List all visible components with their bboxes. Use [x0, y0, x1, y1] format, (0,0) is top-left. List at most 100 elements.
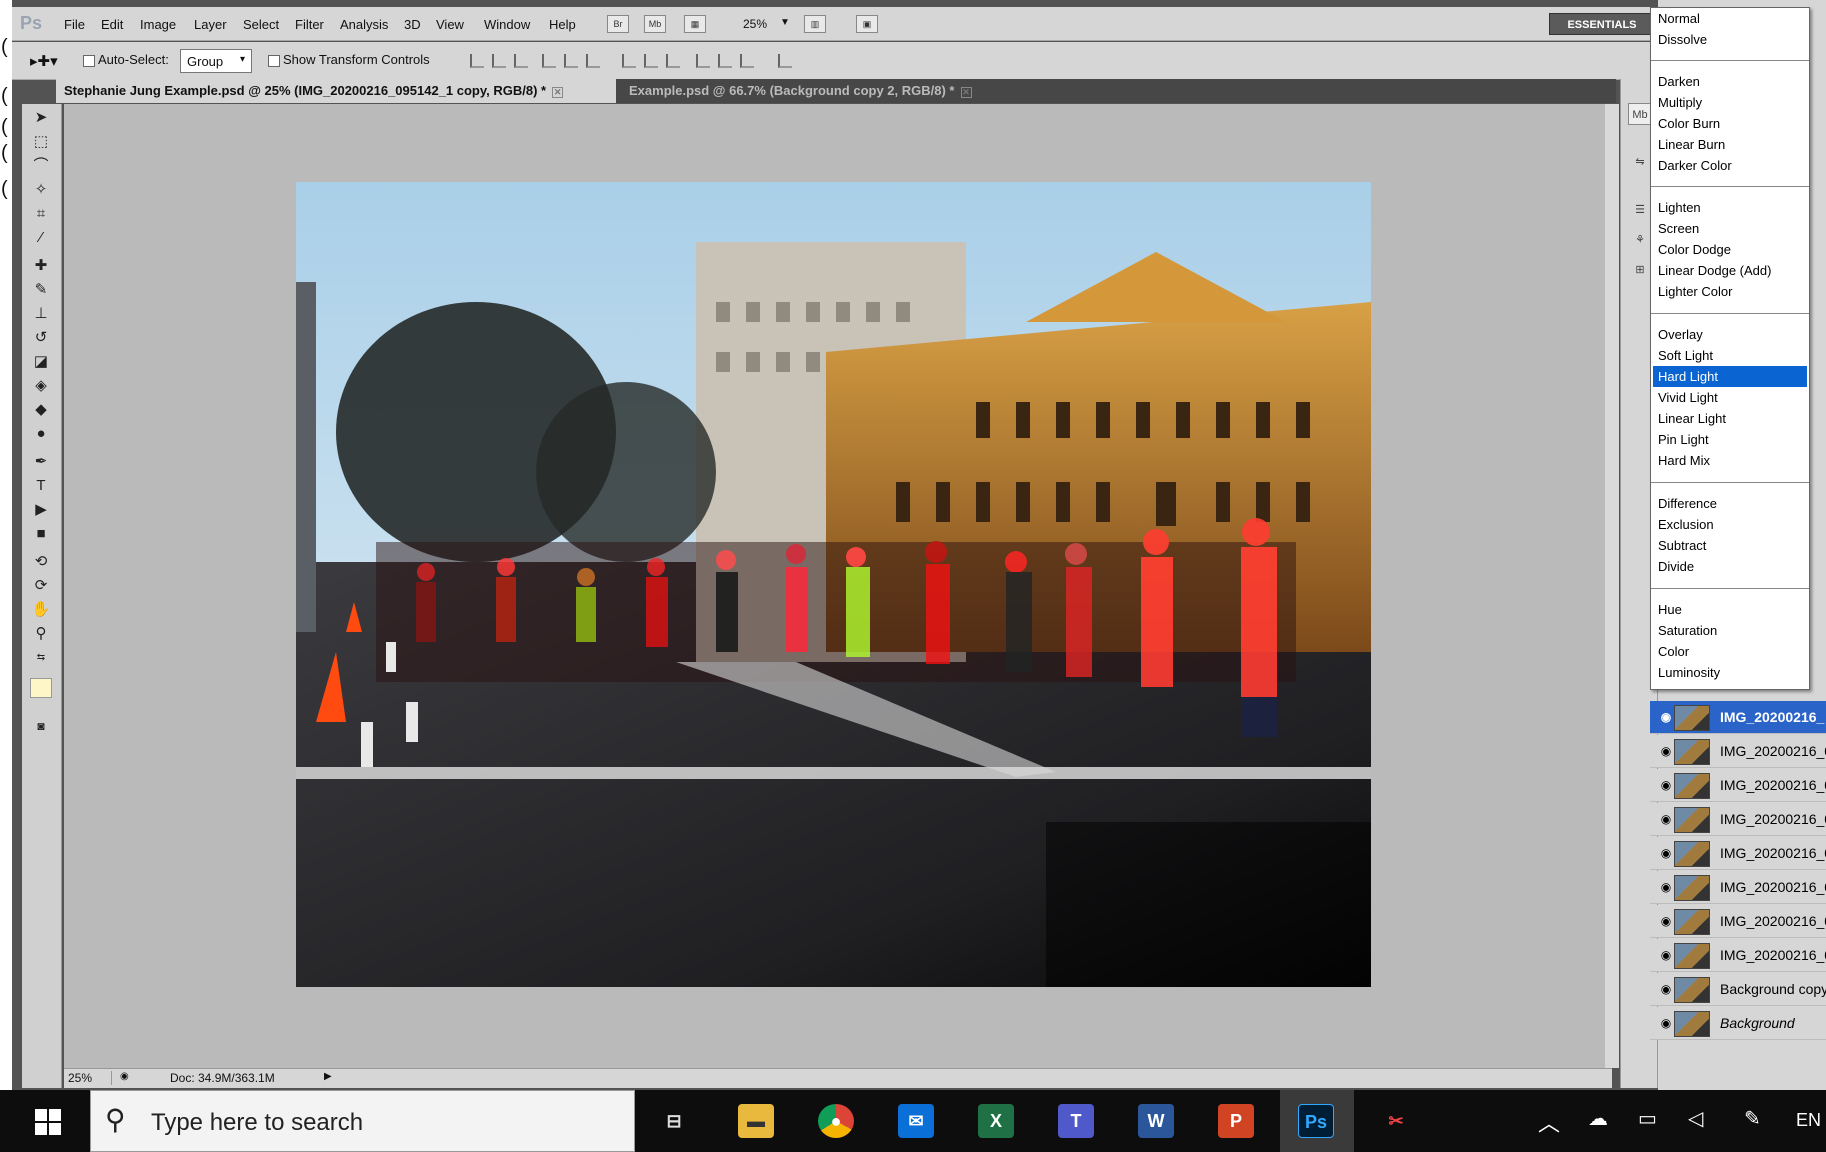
powerpoint-icon[interactable]: P: [1218, 1104, 1254, 1138]
blend-linear-dodge[interactable]: Linear Dodge (Add): [1653, 260, 1807, 281]
chrome-icon[interactable]: ●: [818, 1104, 854, 1138]
3d-orbit-tool-icon[interactable]: ⟳: [30, 576, 52, 596]
distribute-bottom-icon[interactable]: [666, 54, 680, 68]
menu-3d[interactable]: 3D: [404, 17, 421, 32]
arrange-documents-icon[interactable]: ▥: [804, 15, 826, 33]
pen-icon[interactable]: ✎: [1744, 1106, 1761, 1131]
blend-linear-burn[interactable]: Linear Burn: [1653, 134, 1807, 155]
distribute-right-icon[interactable]: [740, 54, 754, 68]
menu-file[interactable]: File: [64, 17, 85, 32]
brush-presets-icon[interactable]: ⚘: [1628, 229, 1652, 251]
eraser-tool-icon[interactable]: ◪: [30, 352, 52, 372]
teams-icon[interactable]: T: [1058, 1104, 1094, 1138]
foreground-color-swatch[interactable]: [30, 678, 52, 698]
blend-overlay[interactable]: Overlay: [1653, 324, 1807, 345]
blend-darker-color[interactable]: Darker Color: [1653, 155, 1807, 176]
menu-image[interactable]: Image: [140, 17, 176, 32]
blend-multiply[interactable]: Multiply: [1653, 92, 1807, 113]
extras-icon[interactable]: ▦: [684, 15, 706, 33]
healing-brush-tool-icon[interactable]: ✚: [30, 256, 52, 276]
tab-stephanie-jung[interactable]: Stephanie Jung Example.psd @ 25% (IMG_20…: [56, 79, 616, 103]
blend-subtract[interactable]: Subtract: [1653, 535, 1807, 556]
menu-layer[interactable]: Layer: [194, 17, 227, 32]
show-transform-checkbox[interactable]: Show Transform Controls: [268, 52, 430, 67]
menu-analysis[interactable]: Analysis: [340, 17, 388, 32]
photoshop-icon[interactable]: Ps: [1298, 1104, 1334, 1138]
blend-normal[interactable]: Normal: [1653, 8, 1807, 29]
blend-vivid-light[interactable]: Vivid Light: [1653, 387, 1807, 408]
blend-exclusion[interactable]: Exclusion: [1653, 514, 1807, 535]
auto-select-dropdown[interactable]: Group ▾: [180, 49, 252, 73]
marquee-tool-icon[interactable]: ⬚: [30, 132, 52, 152]
type-tool-icon[interactable]: T: [30, 476, 52, 496]
task-view-icon[interactable]: ⊟: [656, 1104, 692, 1138]
align-right-icon[interactable]: [586, 54, 600, 68]
blend-color-dodge[interactable]: Color Dodge: [1653, 239, 1807, 260]
move-tool-icon[interactable]: ▸✚▾: [30, 52, 58, 70]
taskbar-search-box[interactable]: ⚲ Type here to search: [90, 1090, 635, 1152]
blend-lighten[interactable]: Lighten: [1653, 197, 1807, 218]
screen-mode-icon[interactable]: ▣: [856, 15, 878, 33]
auto-align-icon[interactable]: [778, 54, 792, 68]
close-icon[interactable]: ✕: [552, 87, 564, 98]
path-selection-tool-icon[interactable]: ▶: [30, 500, 52, 520]
blend-darken[interactable]: Darken: [1653, 71, 1807, 92]
blend-divide[interactable]: Divide: [1653, 556, 1807, 577]
blend-color-burn[interactable]: Color Burn: [1653, 113, 1807, 134]
pen-tool-icon[interactable]: ✒: [30, 452, 52, 472]
file-explorer-icon[interactable]: ▬: [738, 1104, 774, 1138]
eye-icon[interactable]: ◉: [1658, 914, 1674, 928]
mini-bridge-icon[interactable]: Mb: [1628, 103, 1652, 125]
lasso-tool-icon[interactable]: ⌒: [30, 156, 52, 176]
blend-saturation[interactable]: Saturation: [1653, 620, 1807, 641]
chevron-up-icon[interactable]: ︿: [1538, 1106, 1560, 1138]
snip-sketch-icon[interactable]: ✂: [1378, 1104, 1414, 1138]
onedrive-icon[interactable]: ☁: [1588, 1106, 1608, 1131]
blend-color[interactable]: Color: [1653, 641, 1807, 662]
eye-icon[interactable]: ◉: [1658, 880, 1674, 894]
layer-row[interactable]: ◉ IMG_20200216_0: [1650, 939, 1826, 972]
excel-icon[interactable]: X: [978, 1104, 1014, 1138]
history-icon[interactable]: ⇋: [1628, 151, 1652, 173]
auto-select-checkbox[interactable]: Auto-Select:: [83, 52, 169, 67]
distribute-vcenter-icon[interactable]: [644, 54, 658, 68]
bucket-tool-icon[interactable]: ◈: [30, 376, 52, 396]
blend-dissolve[interactable]: Dissolve: [1653, 29, 1807, 50]
eyedropper-tool-icon[interactable]: ⁄: [30, 228, 52, 248]
blend-luminosity[interactable]: Luminosity: [1653, 662, 1807, 683]
language-indicator[interactable]: EN: [1796, 1110, 1821, 1131]
blend-pin-light[interactable]: Pin Light: [1653, 429, 1807, 450]
eye-icon[interactable]: ◉: [1658, 778, 1674, 792]
tab-example[interactable]: Example.psd @ 66.7% (Background copy 2, …: [621, 79, 1001, 103]
distribute-hcenter-icon[interactable]: [718, 54, 732, 68]
shape-tool-icon[interactable]: ■: [30, 524, 52, 544]
clone-source-icon[interactable]: ⊞: [1628, 259, 1652, 281]
zoom-tool-icon[interactable]: ⚲: [30, 624, 52, 644]
menu-select[interactable]: Select: [243, 17, 279, 32]
menu-window[interactable]: Window: [484, 17, 530, 32]
menu-filter[interactable]: Filter: [295, 17, 324, 32]
menu-help[interactable]: Help: [549, 17, 576, 32]
blend-hue[interactable]: Hue: [1653, 599, 1807, 620]
layer-row[interactable]: ◉ IMG_20200216_0: [1650, 769, 1826, 802]
layer-row[interactable]: ◉ IMG_20200216_0: [1650, 905, 1826, 938]
blend-screen[interactable]: Screen: [1653, 218, 1807, 239]
layer-row[interactable]: ◉ IMG_20200216_0: [1650, 837, 1826, 870]
layer-row[interactable]: ◉ IMG_20200216_0: [1650, 871, 1826, 904]
magic-wand-tool-icon[interactable]: ✧: [30, 180, 52, 200]
blend-soft-light[interactable]: Soft Light: [1653, 345, 1807, 366]
windows-start-icon[interactable]: [35, 1109, 61, 1135]
menu-view[interactable]: View: [436, 17, 464, 32]
menu-edit[interactable]: Edit: [101, 17, 123, 32]
adjustments-icon[interactable]: ☰: [1628, 199, 1652, 221]
bridge-button[interactable]: Br: [607, 15, 629, 33]
blend-hard-light[interactable]: Hard Light: [1653, 366, 1807, 387]
crop-tool-icon[interactable]: ⌗: [30, 204, 52, 224]
hand-tool-icon[interactable]: ✋: [30, 600, 52, 620]
eye-icon[interactable]: ◉: [1658, 812, 1674, 826]
status-menu-arrow-icon[interactable]: ▶: [324, 1071, 332, 1082]
layer-row[interactable]: ◉ IMG_20200216_0: [1650, 735, 1826, 768]
volume-icon[interactable]: ◁: [1688, 1106, 1703, 1131]
status-info-icon[interactable]: ◉: [120, 1071, 129, 1082]
brush-tool-icon[interactable]: ✎: [30, 280, 52, 300]
